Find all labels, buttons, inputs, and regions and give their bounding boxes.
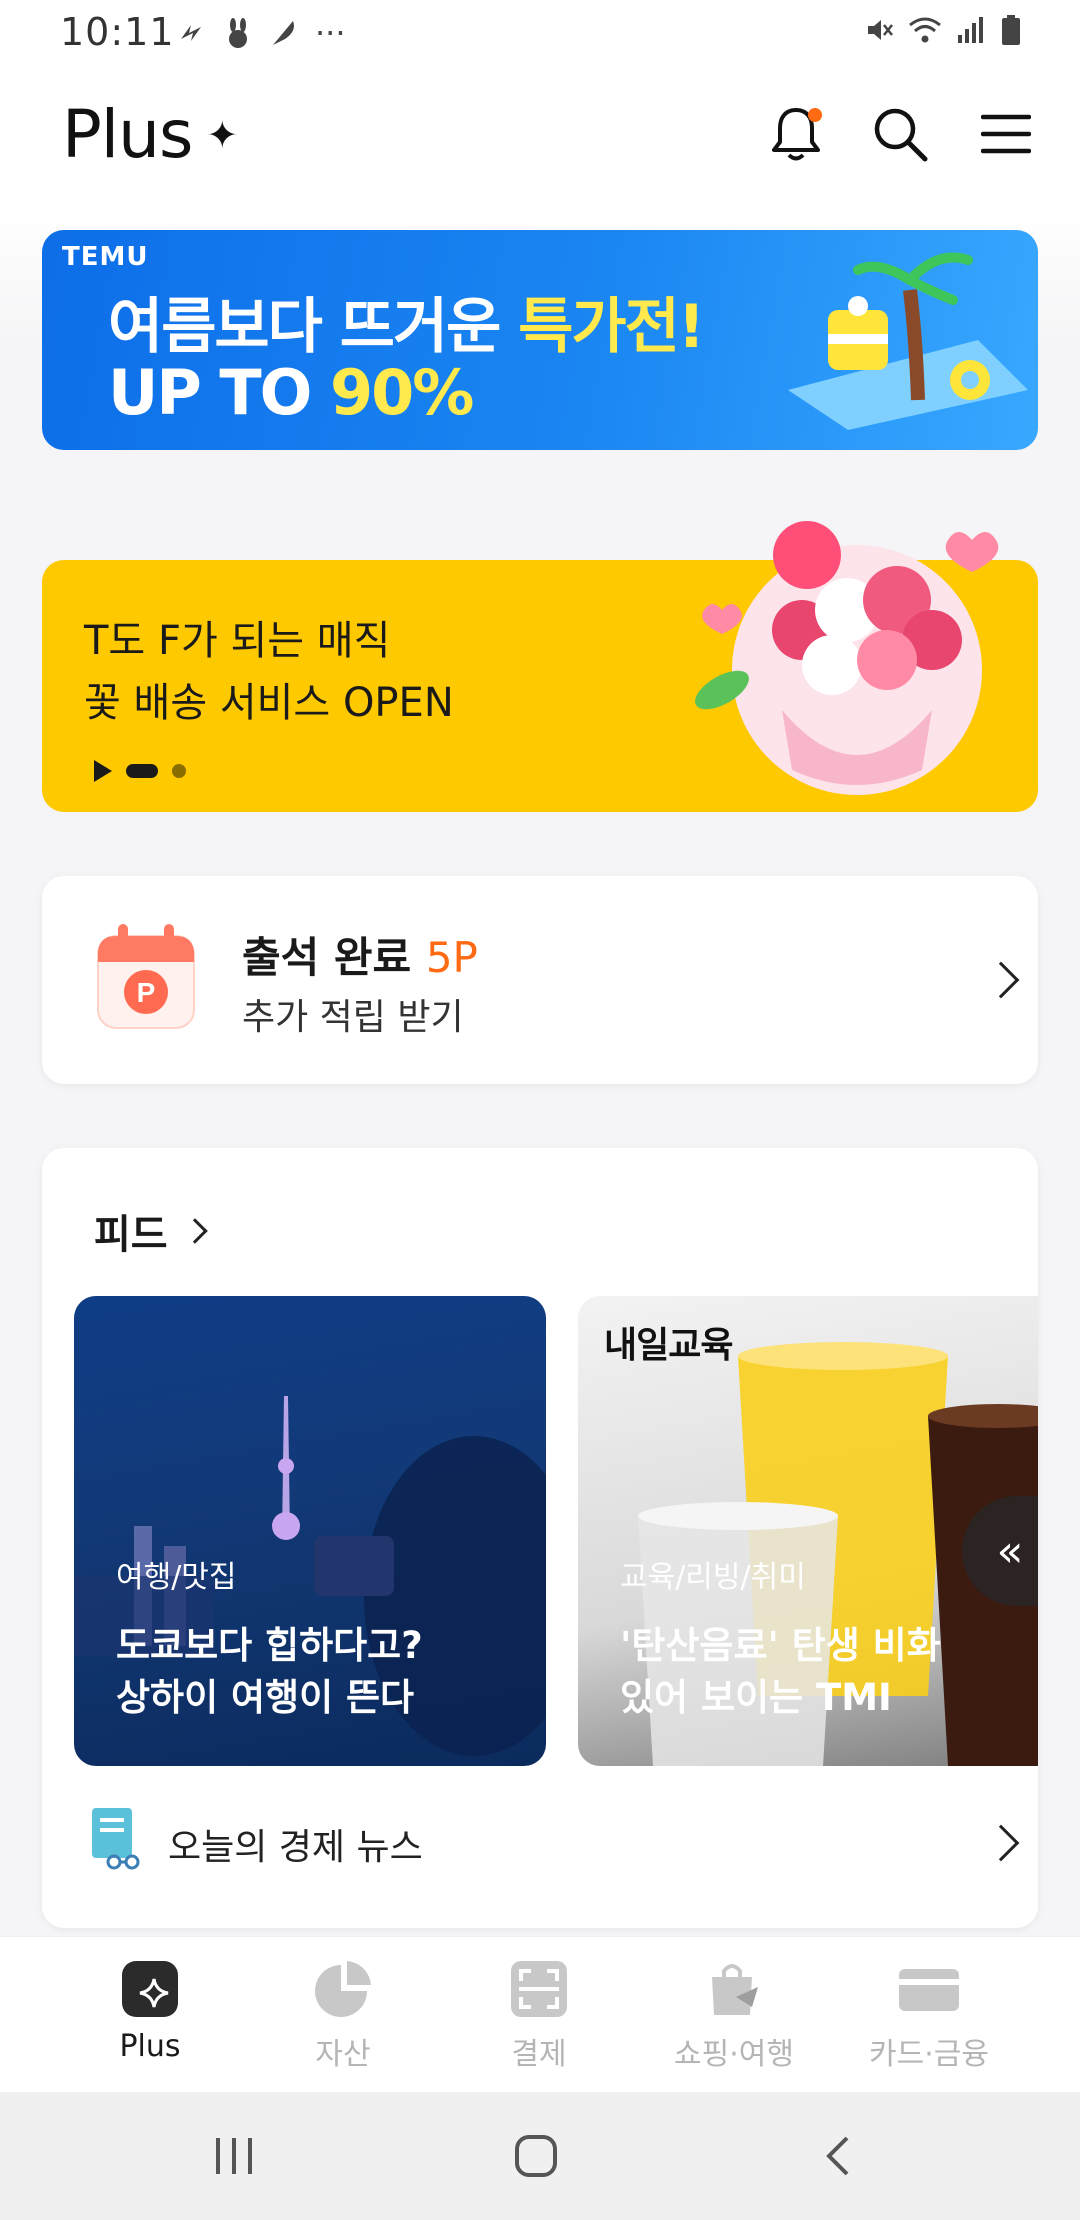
sparkle-icon: ✦	[206, 112, 238, 157]
back-button[interactable]	[808, 2126, 868, 2186]
rabbit-icon	[229, 18, 247, 48]
status-time: 10:11	[60, 10, 175, 54]
nav-tab-assets[interactable]: 자산	[243, 1957, 443, 2077]
temu-discount: UP TO 90%	[108, 356, 474, 429]
attendance-subtitle: 추가 적립 받기	[242, 997, 464, 1038]
nav-tab-label: 카드·금융	[869, 2037, 989, 2072]
home-button[interactable]	[506, 2126, 566, 2186]
carousel-dot-active[interactable]	[126, 764, 158, 778]
back-icon	[826, 2136, 849, 2176]
hamburger-menu-icon	[981, 114, 1031, 154]
app-header: Plus ✦	[0, 66, 1080, 206]
notification-button[interactable]	[764, 102, 828, 166]
notification-badge	[808, 108, 822, 122]
economy-news-label: 오늘의 경제 뉴스	[168, 1827, 423, 1868]
feed-item-brand: 내일교육	[604, 1325, 733, 1366]
temu-discount-text: UP TO	[108, 356, 330, 429]
feed-item-headline-line1: 도쿄보다 힙하다고?	[116, 1624, 423, 1667]
nav-tab-label: Plus	[119, 2029, 181, 2064]
calendar-points-letter: P	[137, 977, 156, 1008]
carousel-controls	[94, 760, 186, 782]
attendance-title-text: 출석 완료	[242, 933, 426, 982]
search-icon	[874, 108, 928, 162]
economy-news-row[interactable]: 오늘의 경제 뉴스	[42, 1782, 1038, 1902]
attendance-points: 5P	[425, 933, 478, 982]
news-reader-icon	[92, 1808, 140, 1870]
feed-item-headline-line2: 있어 보이는 TMI	[620, 1676, 892, 1719]
nav-tab-payment[interactable]: 결제	[439, 1957, 639, 2077]
flower-banner-line1: T도 F가 되는 매직	[84, 618, 391, 664]
chevron-right-icon	[181, 1218, 208, 1244]
nav-tab-shopping-travel[interactable]: 쇼핑·여행	[634, 1957, 834, 2077]
home-icon	[515, 2135, 557, 2177]
bottom-navigation: Plus 자산 결제 쇼핑·여행 카드·금융	[0, 1936, 1080, 2092]
status-right-icons	[864, 14, 1022, 46]
menu-button[interactable]	[974, 102, 1038, 166]
feed-section: 피드 여행/맛집 도쿄보다 힙하다고? 상하이 여행이 뜬다 내일교육 교육/리…	[42, 1148, 1038, 1928]
shopping-bag-icon	[712, 1964, 758, 2015]
beach-illustration	[788, 252, 1028, 430]
plus-sparkle-icon	[122, 1961, 178, 2017]
feed-item-category: 교육/리빙/취미	[620, 1560, 806, 1595]
page-title: Plus ✦	[62, 96, 238, 173]
nav-tab-label: 자산	[315, 2037, 371, 2072]
scan-icon	[511, 1961, 567, 2017]
flower-promo-banner[interactable]: T도 F가 되는 매직 꽃 배송 서비스 OPEN	[42, 521, 1038, 812]
feed-title-link[interactable]: 피드	[94, 1202, 208, 1260]
feather-icon	[273, 21, 294, 45]
card-icon	[899, 1969, 959, 2011]
double-chevron-left-icon: «	[996, 1525, 1024, 1577]
temu-headline: 여름보다 뜨거운 특가전!	[108, 278, 705, 365]
attendance-card[interactable]: P 출석 완료 5P 추가 적립 받기	[42, 876, 1038, 1084]
calendar-points-icon: P	[97, 924, 195, 1029]
feed-item-soda[interactable]: 내일교육 교육/리빙/취미 '탄산음료' 탄생 비화 있어 보이는 TMI «	[578, 1296, 1038, 1766]
carousel-dot[interactable]	[172, 764, 186, 778]
temu-logo: TEMU	[62, 242, 149, 272]
status-left-icons: ···	[175, 14, 346, 52]
battery-icon	[1002, 15, 1020, 45]
pie-chart-icon	[315, 1961, 371, 2017]
flower-bouquet-illustration	[695, 521, 999, 795]
system-navigation-bar	[0, 2092, 1080, 2220]
mute-icon	[868, 20, 893, 40]
feed-title: 피드	[94, 1212, 168, 1258]
feed-item-headline: 도쿄보다 힙하다고? 상하이 여행이 뜬다	[116, 1620, 423, 1724]
feed-item-headline-line1: '탄산음료' 탄생 비화	[620, 1624, 941, 1667]
chevron-right-icon	[982, 961, 1020, 999]
play-icon[interactable]	[94, 760, 112, 782]
feed-item-headline: '탄산음료' 탄생 비화 있어 보이는 TMI	[620, 1620, 941, 1724]
temu-headline-text: 여름보다 뜨거운	[108, 292, 519, 362]
temu-headline-highlight: 특가전!	[518, 292, 705, 362]
nav-tab-label: 쇼핑·여행	[674, 2037, 794, 2072]
status-bar: 10:11 ···	[0, 0, 1080, 66]
page-title-text: Plus	[62, 96, 193, 173]
nav-tab-plus[interactable]: Plus	[50, 1957, 250, 2077]
nav-tab-card-finance[interactable]: 카드·금융	[829, 1957, 1029, 2077]
recent-apps-icon	[216, 2138, 252, 2174]
temu-discount-value: 90%	[329, 356, 474, 429]
flower-banner-line2: 꽃 배송 서비스 OPEN	[84, 680, 454, 726]
s-app-icon	[181, 25, 201, 41]
search-button[interactable]	[868, 102, 932, 166]
attendance-title: 출석 완료 5P	[242, 924, 478, 985]
recent-apps-button[interactable]	[204, 2126, 264, 2186]
signal-icon	[958, 17, 983, 43]
feed-item-headline-line2: 상하이 여행이 뜬다	[116, 1676, 415, 1719]
more-dots-icon: ···	[315, 14, 346, 52]
feed-item-category: 여행/맛집	[116, 1560, 237, 1595]
nav-tab-label: 결제	[511, 2037, 567, 2072]
wifi-icon	[909, 17, 941, 43]
temu-promo-banner[interactable]: TEMU 여름보다 뜨거운 특가전! UP TO 90%	[42, 230, 1038, 450]
feed-item-shanghai[interactable]: 여행/맛집 도쿄보다 힙하다고? 상하이 여행이 뜬다	[74, 1296, 546, 1766]
chevron-right-icon	[982, 1824, 1020, 1862]
